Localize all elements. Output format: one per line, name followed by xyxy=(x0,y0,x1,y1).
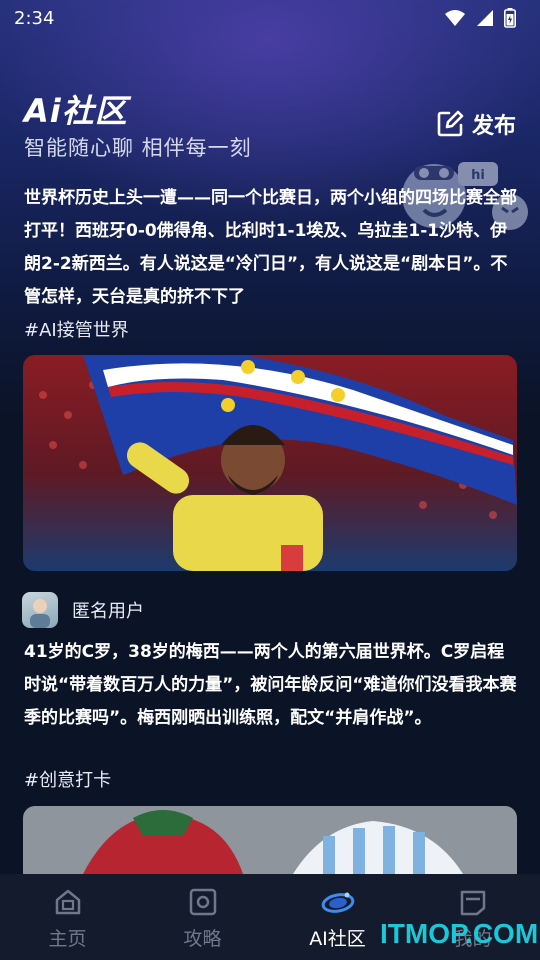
avatar[interactable] xyxy=(22,592,58,628)
status-icons xyxy=(444,8,516,28)
header-subtitle: 智能随心聊 相伴每一刻 xyxy=(24,136,252,160)
watermark: ITMOP.COM xyxy=(380,918,539,949)
post-image-goalkeeper-flag[interactable] xyxy=(23,355,517,571)
username[interactable]: 匿名用户 xyxy=(72,597,144,623)
post-tag[interactable]: #AI接管世界 xyxy=(24,316,129,342)
publish-button[interactable]: 发布 xyxy=(436,108,516,140)
svg-text:hi: hi xyxy=(471,168,485,183)
post-tag[interactable]: #创意打卡 xyxy=(24,766,111,792)
wifi-icon xyxy=(445,10,465,26)
app-logo: Ai社区 xyxy=(24,92,128,130)
tab-label: 主页 xyxy=(48,928,87,950)
edit-icon xyxy=(437,110,464,137)
ai-community-icon xyxy=(320,884,356,920)
publish-label: 发布 xyxy=(471,114,516,139)
profile-icon xyxy=(455,884,491,920)
signal-icon xyxy=(477,10,493,26)
battery-icon xyxy=(504,8,516,28)
tab-label: 攻略 xyxy=(183,928,222,950)
post-author[interactable]: 匿名用户 xyxy=(22,592,144,628)
status-bar: 2:34 xyxy=(0,0,540,36)
guide-icon xyxy=(185,884,221,920)
tab-label: AI社区 xyxy=(309,928,366,950)
tab-guide[interactable]: 攻略 xyxy=(143,884,263,951)
post-text[interactable]: 世界杯历史上头一遭——同一个比赛日，两个小组的四场比赛全部打平！西班牙0-0佛得… xyxy=(24,182,518,314)
status-time: 2:34 xyxy=(14,7,55,29)
post-text[interactable]: 41岁的C罗，38岁的梅西——两个人的第六届世界杯。C罗启程时说“带着数百万人的… xyxy=(24,636,518,735)
post-image-players[interactable] xyxy=(23,806,517,874)
tab-home[interactable]: 主页 xyxy=(8,884,128,951)
home-icon xyxy=(50,884,86,920)
